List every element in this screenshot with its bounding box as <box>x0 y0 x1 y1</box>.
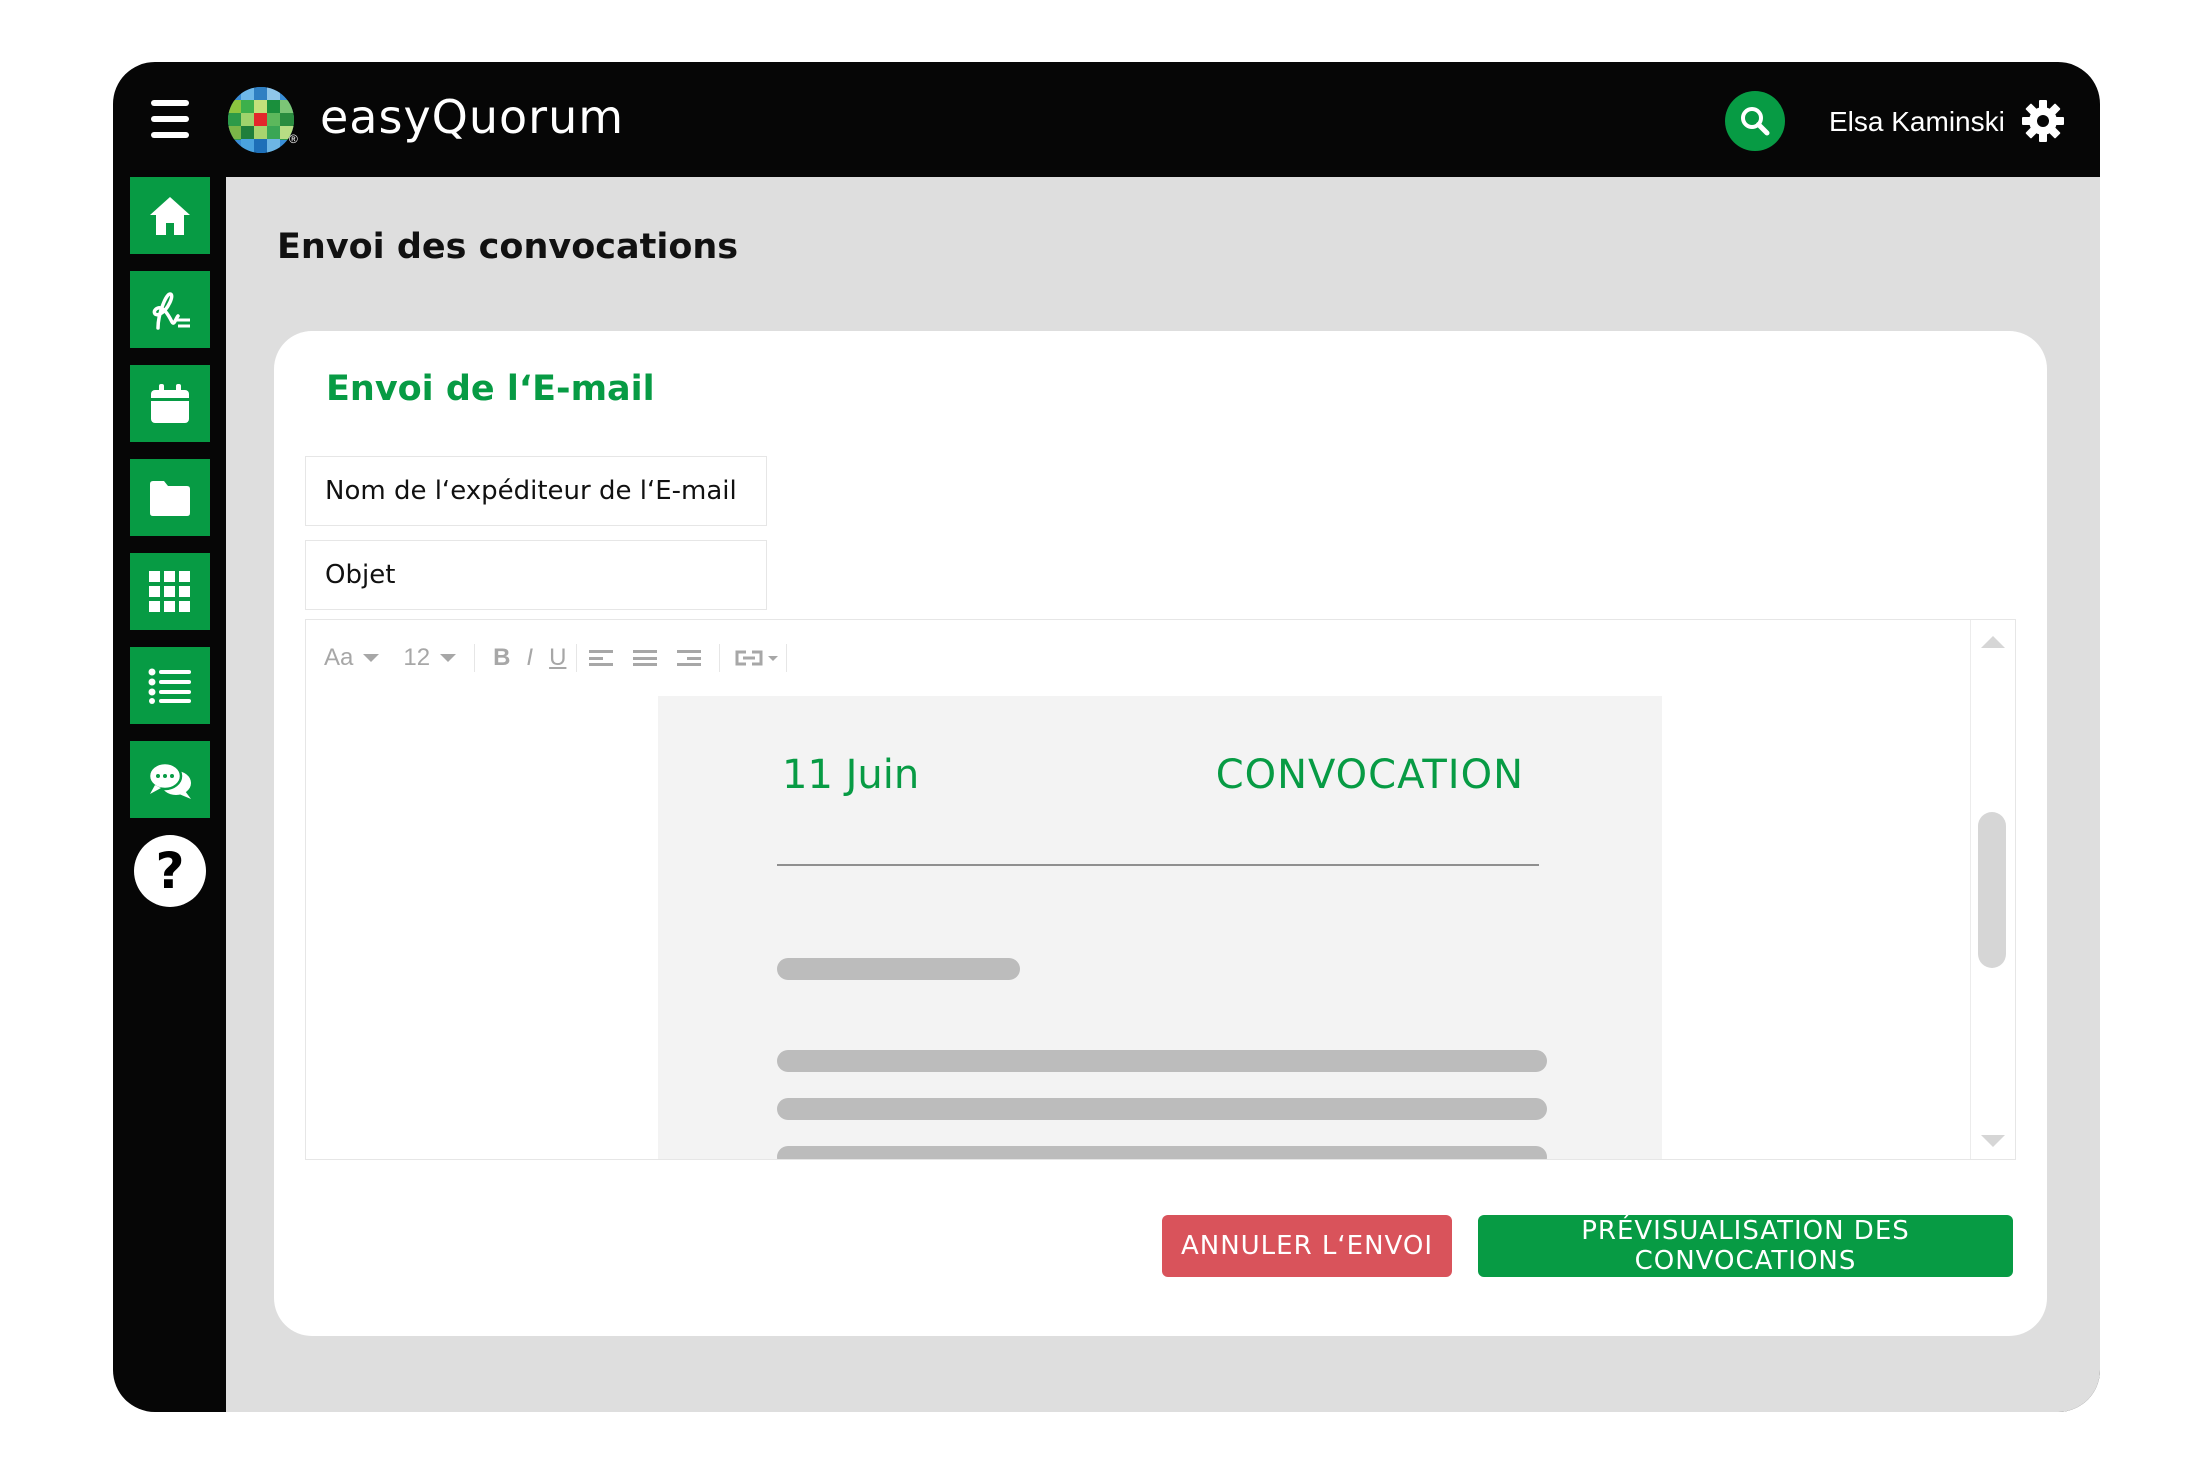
help-label: ? <box>155 842 185 900</box>
align-center-icon[interactable] <box>633 650 658 666</box>
gear-icon[interactable] <box>2022 100 2064 142</box>
sender-name-input[interactable] <box>305 456 767 526</box>
bold-button[interactable]: B <box>493 644 510 672</box>
toolbar-divider <box>786 644 788 672</box>
cancel-sending-button[interactable]: ANNULER L‘ENVOI <box>1162 1215 1452 1277</box>
editor-scrollbar[interactable] <box>1970 620 2015 1159</box>
sidebar-item-list[interactable] <box>130 647 210 724</box>
editor-toolbar: Aa 12 B I U <box>324 638 797 678</box>
chevron-down-icon <box>363 654 380 662</box>
sidebar-item-messages[interactable] <box>130 741 210 818</box>
document-date: 11 Juin <box>782 752 920 798</box>
toolbar-divider <box>576 644 578 672</box>
text-placeholder-line <box>777 958 1020 980</box>
document-divider <box>777 864 1539 866</box>
scroll-up-icon[interactable] <box>1981 636 2005 648</box>
sidebar-item-signature[interactable] <box>130 271 210 348</box>
sidebar-item-apps[interactable] <box>130 553 210 630</box>
chevron-down-icon <box>440 654 457 662</box>
email-card: Envoi de l‘E-mail Aa 12 B I U <box>274 331 2047 1336</box>
subject-input[interactable] <box>305 540 767 610</box>
menu-icon[interactable] <box>151 100 189 138</box>
user-name[interactable]: Elsa Kaminski <box>1829 106 2005 138</box>
grid-icon <box>149 570 190 612</box>
sidebar: ? <box>130 177 210 907</box>
easyquorum-logo <box>228 87 294 153</box>
sidebar-item-calendar[interactable] <box>130 365 210 442</box>
font-size-label: 12 <box>403 644 431 671</box>
chat-icon <box>147 761 191 799</box>
align-left-icon[interactable] <box>589 650 614 666</box>
folder-icon <box>150 480 190 516</box>
top-bar: ® easyQuorum Elsa Kaminski <box>113 62 2100 177</box>
font-family-select[interactable]: Aa <box>324 644 380 672</box>
main-content: Envoi des convocations Envoi de l‘E-mail… <box>226 177 2100 1412</box>
sidebar-item-home[interactable] <box>130 177 210 254</box>
insert-link-button[interactable] <box>734 649 779 667</box>
font-family-label: Aa <box>324 644 354 671</box>
card-title: Envoi de l‘E-mail <box>326 369 655 409</box>
search-icon <box>1741 107 1770 136</box>
text-placeholder-line <box>777 1146 1547 1159</box>
signature-icon <box>152 291 190 330</box>
scrollbar-thumb[interactable] <box>1978 812 2006 968</box>
help-button[interactable]: ? <box>134 835 206 907</box>
preview-convocations-button[interactable]: PRÉVISUALISATION DES CONVOCATIONS <box>1478 1215 2013 1277</box>
app-window: ® easyQuorum Elsa Kaminski ? Envoi des c… <box>113 62 2100 1412</box>
list-icon <box>148 668 191 704</box>
search-button[interactable] <box>1725 91 1785 151</box>
sidebar-item-documents[interactable] <box>130 459 210 536</box>
home-icon <box>150 196 190 235</box>
scroll-down-icon[interactable] <box>1981 1135 2005 1147</box>
app-title: easyQuorum <box>320 90 625 144</box>
text-placeholder-line <box>777 1098 1547 1120</box>
rich-text-editor[interactable]: Aa 12 B I U 11 Juin CONVOCATION <box>305 619 2016 1160</box>
convocation-document: 11 Juin CONVOCATION <box>658 696 1662 1159</box>
document-heading: CONVOCATION <box>1215 752 1524 798</box>
toolbar-divider <box>719 644 721 672</box>
page-title: Envoi des convocations <box>277 227 739 267</box>
toolbar-divider <box>474 644 476 672</box>
link-icon <box>735 650 763 666</box>
calendar-icon <box>151 383 189 423</box>
font-size-select[interactable]: 12 <box>403 644 457 672</box>
registered-mark: ® <box>289 132 298 146</box>
align-right-icon[interactable] <box>677 650 702 666</box>
underline-button[interactable]: U <box>549 644 566 672</box>
text-placeholder-line <box>777 1050 1547 1072</box>
italic-button[interactable]: I <box>526 644 533 672</box>
chevron-down-icon <box>768 655 779 661</box>
